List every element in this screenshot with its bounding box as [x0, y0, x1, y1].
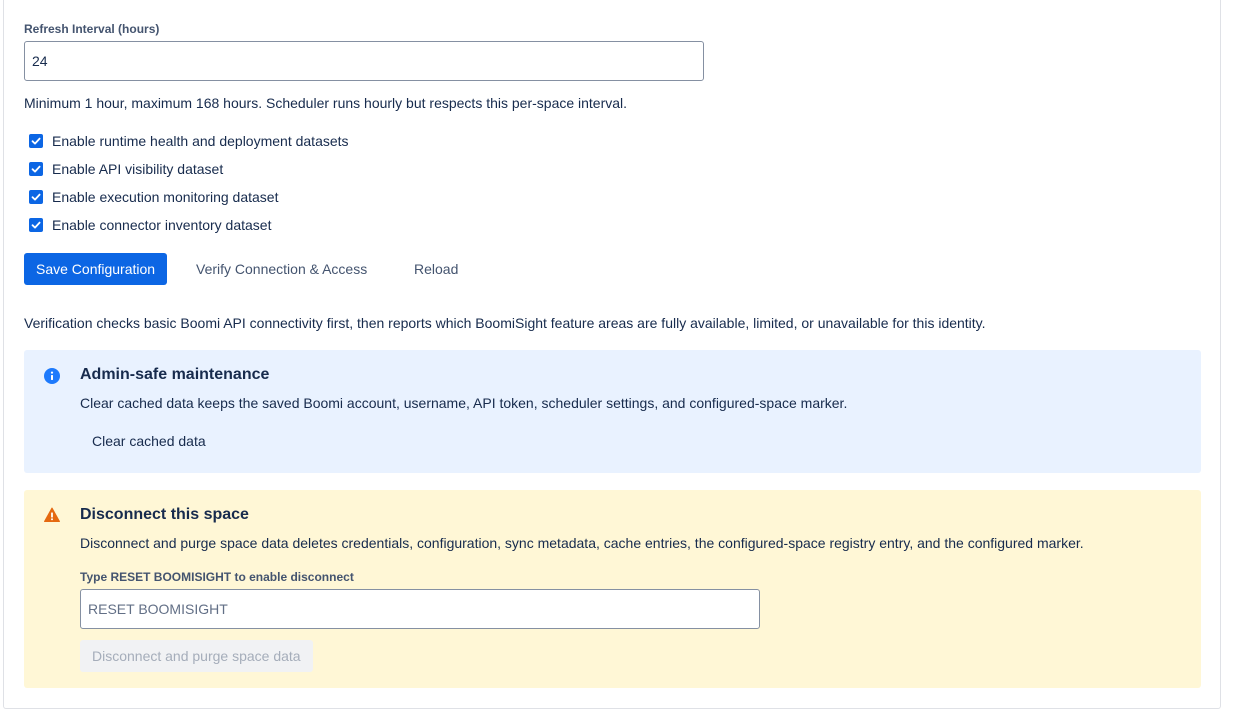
- checkbox-checked-icon[interactable]: [29, 218, 43, 232]
- runtime-health-option[interactable]: Enable runtime health and deployment dat…: [29, 133, 349, 149]
- clear-cached-data-button[interactable]: Clear cached data: [80, 425, 218, 457]
- refresh-interval-input[interactable]: [24, 41, 704, 81]
- disconnect-purge-button[interactable]: Disconnect and purge space data: [80, 640, 313, 672]
- maintenance-title: Admin-safe maintenance: [80, 366, 270, 383]
- runtime-health-label: Enable runtime health and deployment dat…: [52, 133, 349, 149]
- reload-button[interactable]: Reload: [402, 253, 470, 285]
- connector-inventory-label: Enable connector inventory dataset: [52, 217, 272, 233]
- checkbox-checked-icon[interactable]: [29, 134, 43, 148]
- info-icon: [44, 368, 60, 384]
- reset-confirm-label: Type RESET BOOMISIGHT to enable disconne…: [80, 570, 354, 584]
- connector-inventory-option[interactable]: Enable connector inventory dataset: [29, 217, 271, 233]
- warning-icon: [44, 507, 60, 523]
- checkbox-checked-icon[interactable]: [29, 162, 43, 176]
- api-visibility-option[interactable]: Enable API visibility dataset: [29, 161, 223, 177]
- reset-confirm-input[interactable]: [80, 589, 760, 629]
- disconnect-section: Disconnect this space Disconnect and pur…: [24, 490, 1201, 688]
- disconnect-title: Disconnect this space: [80, 506, 249, 523]
- refresh-interval-helper: Minimum 1 hour, maximum 168 hours. Sched…: [24, 95, 628, 111]
- refresh-interval-label: Refresh Interval (hours): [24, 22, 160, 36]
- execution-monitoring-option[interactable]: Enable execution monitoring dataset: [29, 189, 278, 205]
- execution-monitoring-label: Enable execution monitoring dataset: [52, 189, 279, 205]
- save-configuration-button[interactable]: Save Configuration: [24, 253, 168, 285]
- verification-note: Verification checks basic Boomi API conn…: [24, 315, 986, 331]
- disconnect-description: Disconnect and purge space data deletes …: [80, 535, 1084, 551]
- checkbox-checked-icon[interactable]: [29, 190, 43, 204]
- verify-connection-button[interactable]: Verify Connection & Access: [184, 253, 379, 285]
- api-visibility-label: Enable API visibility dataset: [52, 161, 224, 177]
- maintenance-description: Clear cached data keeps the saved Boomi …: [80, 395, 848, 411]
- maintenance-section: Admin-safe maintenance Clear cached data…: [24, 350, 1201, 473]
